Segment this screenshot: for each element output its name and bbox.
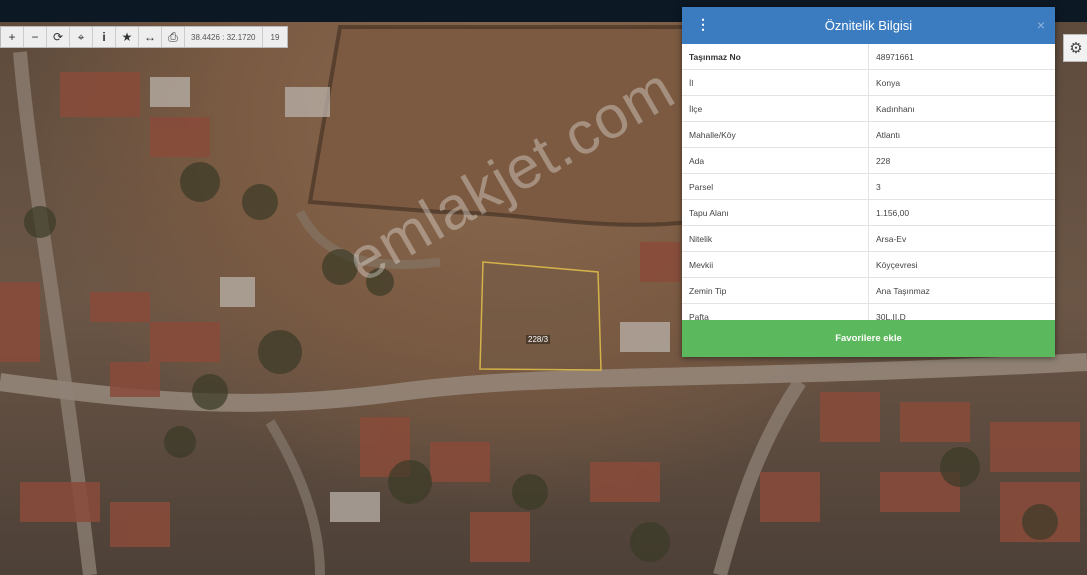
table-row: Mevkii Köyçevresi [682, 251, 1055, 278]
info-icon: i [102, 30, 106, 44]
attribute-value: Konya [868, 69, 1055, 96]
attribute-value: Arsa-Ev [868, 225, 1055, 252]
panel-header: ⋮ Öznitelik Bilgisi × [682, 7, 1055, 44]
attribute-key: Mahalle/Köy [682, 121, 869, 148]
table-row: Ada 228 [682, 147, 1055, 174]
attribute-key: Parsel [682, 173, 869, 200]
attribute-value: Kadınhanı [868, 95, 1055, 122]
table-row: Tapu Alanı 1.156,00 [682, 199, 1055, 226]
attribute-key: Zemin Tip [682, 277, 869, 304]
zoom-in-button[interactable]: + [1, 27, 24, 47]
attribute-key: Taşınmaz No [682, 44, 869, 70]
attribute-key: Mevkii [682, 251, 869, 278]
parcel-outline [479, 261, 602, 371]
print-button[interactable]: ⎙ [162, 27, 185, 47]
locate-icon: ⌖ [77, 29, 85, 44]
settings-button[interactable]: ⚙ [1063, 34, 1087, 62]
table-row: İl Konya [682, 69, 1055, 96]
attribute-key: Ada [682, 147, 869, 174]
minus-icon: − [31, 30, 39, 44]
table-row: Nitelik Arsa-Ev [682, 225, 1055, 252]
refresh-icon: ⟳ [52, 30, 64, 44]
locate-button[interactable]: ⌖ [70, 27, 93, 47]
print-icon: ⎙ [168, 29, 178, 44]
panel-title: Öznitelik Bilgisi [824, 18, 913, 33]
refresh-button[interactable]: ⟳ [47, 27, 70, 47]
table-row: Zemin Tip Ana Taşınmaz [682, 277, 1055, 304]
attribute-info-panel: ⋮ Öznitelik Bilgisi × Taşınmaz No 4897166… [682, 7, 1055, 357]
attribute-table: Taşınmaz No 48971661 İl Konya İlçe Kadınhanı M… [682, 44, 1055, 330]
attribute-key: Tapu Alanı [682, 199, 869, 226]
menu-icon[interactable]: ⋮ [696, 16, 710, 33]
parcel-label: 228/3 [526, 335, 551, 344]
attribute-value: 1.156,00 [868, 199, 1055, 226]
close-icon[interactable]: × [1037, 17, 1045, 33]
attribute-value: 48971661 [868, 44, 1055, 70]
zoom-out-button[interactable]: − [24, 27, 47, 47]
zoom-level: 19 [270, 32, 280, 42]
attribute-value: 3 [868, 173, 1055, 200]
measure-icon: ↔ [144, 30, 156, 44]
coordinate-readout: 38.4426 : 32.1720 [185, 27, 263, 47]
add-favorite-button[interactable]: Favorilere ekle [682, 320, 1055, 357]
table-row: Parsel 3 [682, 173, 1055, 200]
star-icon: ★ [121, 30, 133, 44]
field-area [310, 27, 690, 225]
table-row: Mahalle/Köy Atlantı [682, 121, 1055, 148]
table-row: İlçe Kadınhanı [682, 95, 1055, 122]
attribute-value: Köyçevresi [868, 251, 1055, 278]
attribute-key: Nitelik [682, 225, 869, 252]
measure-button[interactable]: ↔ [139, 27, 162, 47]
favorite-star-button[interactable]: ★ [116, 27, 139, 47]
map-toolbar: + − ⟳ ⌖ i ★ ↔ ⎙ 38.4426 : 32.1720 19 [0, 26, 289, 48]
table-row: Taşınmaz No 48971661 [682, 44, 1055, 70]
attribute-value: Atlantı [868, 121, 1055, 148]
attribute-key: İlçe [682, 95, 869, 122]
attribute-value: Ana Taşınmaz [868, 277, 1055, 304]
plus-icon: + [8, 30, 16, 44]
gear-icon: ⚙ [1069, 40, 1083, 57]
info-button[interactable]: i [93, 27, 116, 47]
attribute-value: 228 [868, 147, 1055, 174]
attribute-key: İl [682, 69, 869, 96]
